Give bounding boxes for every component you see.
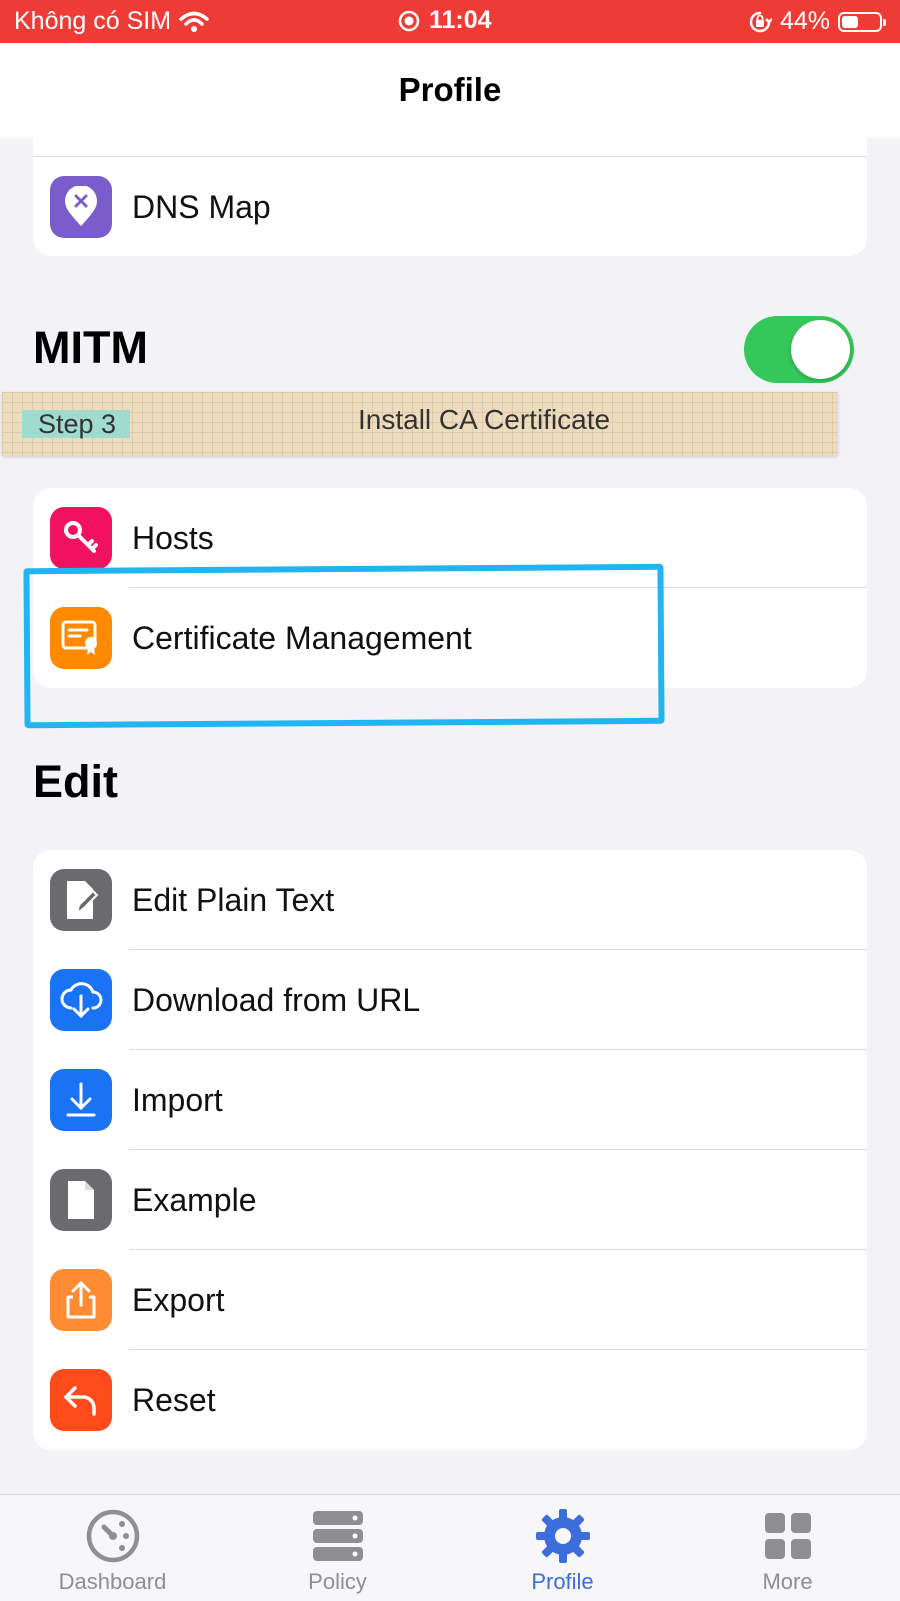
key-icon (50, 507, 112, 569)
section-title-mitm: MITM (33, 322, 148, 373)
reset-arrow-icon (50, 1369, 112, 1431)
list-item-label: Hosts (132, 519, 214, 556)
tab-dashboard[interactable]: Dashboard (0, 1495, 225, 1601)
nav-bar: Profile (0, 43, 900, 138)
export-icon (50, 1269, 112, 1331)
tab-label: Dashboard (58, 1569, 167, 1594)
dashboard-gauge-icon (86, 1509, 140, 1563)
battery-percent: 44% (779, 7, 830, 35)
list-item-label: Example (132, 1181, 257, 1218)
list-item-dns-map[interactable]: DNS Map (33, 157, 867, 256)
wifi-icon (179, 11, 209, 32)
list-item-export[interactable]: Export (33, 1250, 867, 1350)
tab-label: Policy (308, 1569, 367, 1594)
status-bar: Không có SIM 11:04 44% (0, 0, 900, 43)
tab-policy[interactable]: Policy (225, 1495, 450, 1601)
status-center: 11:04 (398, 6, 492, 35)
tab-profile[interactable]: Profile (450, 1495, 675, 1601)
list-item-label: Import (132, 1081, 223, 1118)
cloud-download-icon (50, 969, 112, 1031)
top-settings-group: DNS Map (33, 138, 867, 256)
annotation-highlight-box (23, 563, 665, 729)
toggle-knob (791, 320, 850, 379)
status-left: Không có SIM (14, 7, 209, 36)
map-pin-x-icon (50, 176, 112, 238)
battery-icon (838, 11, 886, 32)
list-item-label: DNS Map (132, 188, 271, 225)
list-item-reset[interactable]: Reset (33, 1350, 867, 1450)
tab-label: More (762, 1569, 813, 1594)
screen-record-icon (398, 10, 420, 31)
tape-step-label: Step 3 (22, 410, 131, 438)
list-item-label: Download from URL (132, 981, 421, 1018)
list-item-label: Export (132, 1281, 225, 1318)
document-icon (50, 1169, 112, 1231)
list-item-edit-plain-text[interactable]: Edit Plain Text (33, 850, 867, 950)
carrier-label: Không có SIM (14, 7, 172, 35)
orientation-lock-icon (749, 11, 772, 32)
list-item-import[interactable]: Import (33, 1050, 867, 1150)
list-item-label: Edit Plain Text (132, 881, 335, 918)
tab-more[interactable]: More (675, 1495, 900, 1601)
grid-icon (765, 1513, 811, 1559)
import-icon (50, 1069, 112, 1131)
gear-icon (536, 1509, 590, 1563)
edit-document-icon (50, 869, 112, 931)
list-item-label: Reset (132, 1381, 216, 1418)
page-title: Profile (398, 71, 502, 108)
annotation-tape: Step 3 Install CA Certificate (2, 392, 838, 456)
tab-bar: Dashboard Policy Profile More (0, 1494, 900, 1601)
tab-label: Profile (531, 1569, 594, 1594)
server-icon (313, 1511, 363, 1561)
list-item-example[interactable]: Example (33, 1150, 867, 1250)
list-item-download-from-url[interactable]: Download from URL (33, 950, 867, 1050)
tape-instruction: Install CA Certificate (358, 404, 611, 435)
edit-settings-group: Edit Plain Text Download from URL Import (33, 850, 867, 1450)
status-right: 44% (748, 7, 886, 36)
section-title-edit: Edit (33, 756, 118, 807)
mitm-toggle[interactable] (744, 316, 854, 383)
status-time: 11:04 (429, 6, 492, 34)
